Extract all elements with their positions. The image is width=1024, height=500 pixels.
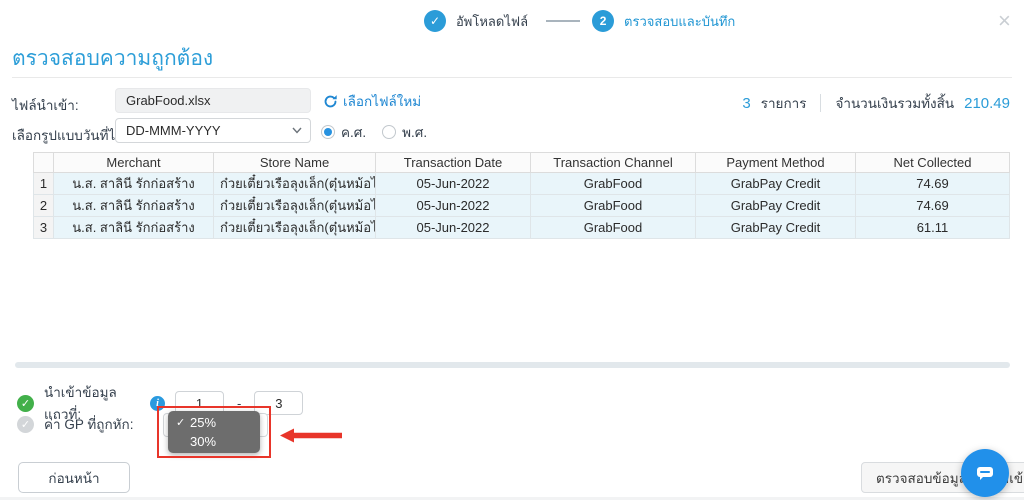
cell-store-name: ก๋วยเตี๋ยวเรือลุงเล็ก(ตุ๋นหม้อไฟ) - ตล — [214, 195, 376, 217]
choose-new-file-link[interactable]: เลือกไฟล์ใหม่ — [323, 90, 421, 112]
file-name-field[interactable]: GrabFood.xlsx — [115, 88, 311, 113]
table-row: 3 น.ส. สาลินี รักก่อสร้าง ก๋วยเตี๋ยวเรือ… — [34, 217, 1010, 239]
step2-label: ตรวจสอบและบันทึก — [624, 11, 735, 32]
table-row: 1 น.ส. สาลินี รักก่อสร้าง ก๋วยเตี๋ยวเรือ… — [34, 173, 1010, 195]
file-name-value: GrabFood.xlsx — [126, 93, 211, 108]
previous-button[interactable]: ก่อนหน้า — [18, 462, 130, 493]
gp-fee-label: ค่า GP ที่ถูกหัก: — [44, 413, 140, 435]
cell-store-name: ก๋วยเตี๋ยวเรือลุงเล็ก(ตุ๋นหม้อไฟ) - ตล — [214, 217, 376, 239]
step1-label: อัพโหลดไฟล์ — [456, 11, 528, 32]
choose-new-file-label: เลือกไฟล์ใหม่ — [343, 90, 421, 112]
annotation-arrow-icon — [280, 428, 342, 448]
cell-net-collected: 74.69 — [856, 173, 1010, 195]
step2-number: 2 — [600, 14, 607, 28]
gp-option-25[interactable]: ✓ 25% — [168, 413, 260, 432]
stepper-connector — [546, 20, 580, 22]
transactions-table: Merchant Store Name Transaction Date Tra… — [33, 152, 1010, 239]
check-icon: ✓ — [430, 14, 440, 28]
cell-row-number: 1 — [34, 173, 54, 195]
previous-button-label: ก่อนหน้า — [48, 467, 99, 489]
range-dash: - — [237, 396, 241, 411]
record-count-unit: รายการ — [761, 92, 807, 114]
chat-icon — [974, 462, 996, 484]
era-radio-group: ค.ศ. พ.ศ. — [321, 121, 427, 143]
chat-widget-button[interactable] — [961, 449, 1009, 497]
page-title: ตรวจสอบความถูกต้อง — [12, 42, 213, 75]
cell-transaction-date: 05-Jun-2022 — [376, 217, 531, 239]
total-amount-value: 210.49 — [964, 95, 1010, 112]
cell-net-collected: 61.11 — [856, 217, 1010, 239]
cell-merchant: น.ส. สาลินี รักก่อสร้าง — [54, 217, 214, 239]
cell-merchant: น.ส. สาลินี รักก่อสร้าง — [54, 173, 214, 195]
date-format-select[interactable]: DD-MMM-YYYY — [115, 118, 311, 143]
cell-transaction-date: 05-Jun-2022 — [376, 195, 531, 217]
total-amount-label: จำนวนเงินรวมทั้งสิ้น — [835, 92, 954, 114]
gp-fee-dropdown: ✓ 25% 30% — [168, 411, 260, 453]
summary-bar: 3 รายการ จำนวนเงินรวมทั้งสิ้น 210.49 — [742, 92, 1010, 114]
horizontal-scrollbar[interactable] — [15, 362, 1010, 368]
cell-transaction-channel: GrabFood — [531, 173, 696, 195]
cell-row-number: 3 — [34, 217, 54, 239]
col-merchant: Merchant — [54, 153, 214, 173]
row-to-input[interactable]: 3 — [254, 391, 303, 415]
summary-divider — [820, 94, 821, 112]
radio-era-ad-label: ค.ศ. — [341, 121, 366, 143]
cell-payment-method: GrabPay Credit — [696, 195, 856, 217]
radio-selected-icon — [321, 125, 335, 139]
gray-check-icon: ✓ — [17, 416, 34, 433]
col-payment-method: Payment Method — [696, 153, 856, 173]
gp-option-30-label: 30% — [190, 434, 216, 449]
gp-option-30[interactable]: 30% — [168, 432, 260, 451]
table-row: 2 น.ส. สาลินี รักก่อสร้าง ก๋วยเตี๋ยวเรือ… — [34, 195, 1010, 217]
cell-payment-method: GrabPay Credit — [696, 173, 856, 195]
info-icon[interactable]: i — [150, 396, 165, 411]
col-row-number — [34, 153, 54, 173]
chevron-down-icon — [292, 127, 302, 134]
col-net-collected: Net Collected — [856, 153, 1010, 173]
cell-transaction-channel: GrabFood — [531, 195, 696, 217]
cell-row-number: 2 — [34, 195, 54, 217]
cell-payment-method: GrabPay Credit — [696, 217, 856, 239]
radio-unselected-icon — [382, 125, 396, 139]
stepper: ✓ อัพโหลดไฟล์ 2 ตรวจสอบและบันทึก — [424, 10, 741, 32]
gp-option-25-label: 25% — [190, 415, 216, 430]
radio-era-be[interactable]: พ.ศ. — [382, 121, 427, 143]
col-store-name: Store Name — [214, 153, 376, 173]
col-transaction-date: Transaction Date — [376, 153, 531, 173]
cell-transaction-date: 05-Jun-2022 — [376, 173, 531, 195]
table-header-row: Merchant Store Name Transaction Date Tra… — [34, 153, 1010, 173]
record-count: 3 — [742, 95, 750, 112]
step1-done-circle: ✓ — [424, 10, 446, 32]
radio-era-be-label: พ.ศ. — [402, 121, 427, 143]
check-icon: ✓ — [176, 416, 190, 429]
title-divider — [12, 77, 1012, 78]
cell-merchant: น.ส. สาลินี รักก่อสร้าง — [54, 195, 214, 217]
date-format-value: DD-MMM-YYYY — [126, 123, 221, 138]
cell-store-name: ก๋วยเตี๋ยวเรือลุงเล็ก(ตุ๋นหม้อไฟ) - ตล — [214, 173, 376, 195]
col-transaction-channel: Transaction Channel — [531, 153, 696, 173]
close-icon[interactable]: × — [998, 11, 1011, 31]
step2-circle: 2 — [592, 10, 614, 32]
gp-fee-row: ✓ ค่า GP ที่ถูกหัก: — [17, 413, 140, 435]
cell-transaction-channel: GrabFood — [531, 217, 696, 239]
green-check-icon: ✓ — [17, 395, 34, 412]
file-label: ไฟล์นำเข้า: — [12, 94, 79, 116]
radio-era-ad[interactable]: ค.ศ. — [321, 121, 366, 143]
reload-icon — [323, 94, 338, 109]
cell-net-collected: 74.69 — [856, 195, 1010, 217]
import-verify-modal: ✓ อัพโหลดไฟล์ 2 ตรวจสอบและบันทึก × ตรวจส… — [0, 0, 1024, 500]
